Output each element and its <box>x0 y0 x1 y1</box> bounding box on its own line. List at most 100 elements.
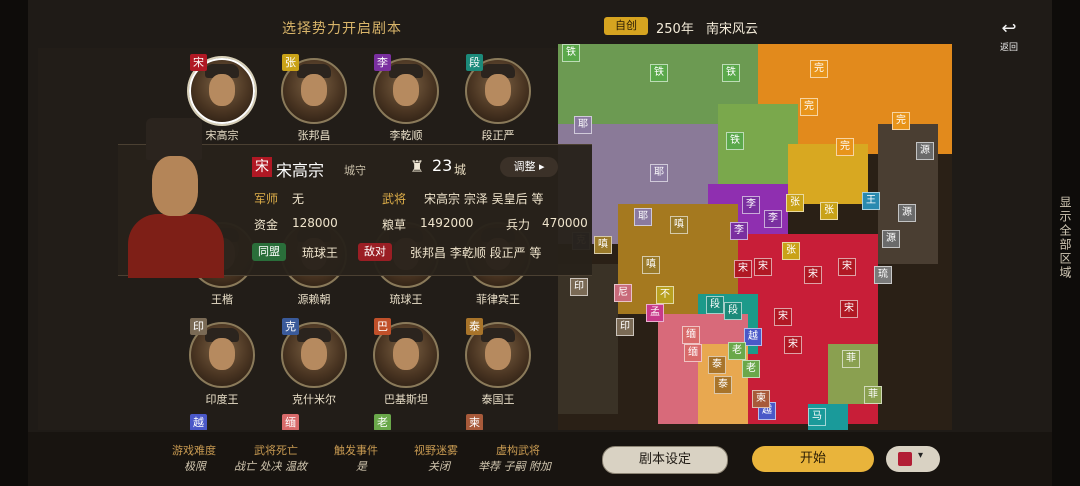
map-marker[interactable]: 源 <box>882 230 900 248</box>
option-value[interactable]: 战亡 处决 温故 <box>234 458 307 474</box>
map-marker[interactable]: 铁 <box>562 44 580 62</box>
faction-badge: 李 <box>374 54 391 71</box>
map-marker[interactable]: 老 <box>742 360 760 378</box>
map-marker[interactable]: 马 <box>808 408 826 426</box>
map-marker[interactable]: 琉 <box>874 266 892 284</box>
map-marker[interactable]: 宋 <box>838 258 856 276</box>
map-marker[interactable]: 张 <box>820 202 838 220</box>
map-marker[interactable]: 老 <box>728 342 746 360</box>
map-marker[interactable]: 嗔 <box>594 236 612 254</box>
faction-badge: 巴 <box>374 318 391 335</box>
option-title: 武将死亡 <box>254 444 298 457</box>
top-bar <box>28 0 1052 48</box>
lord-card[interactable]: 泰 泰国王 <box>456 318 540 407</box>
map-marker[interactable]: 越 <box>744 328 762 346</box>
map-marker[interactable]: 段 <box>706 296 724 314</box>
lord-card[interactable]: 巴 巴基斯坦 <box>364 318 448 407</box>
map-marker[interactable]: 完 <box>800 98 818 116</box>
map-marker[interactable]: 铁 <box>650 64 668 82</box>
option-title: 触发事件 <box>334 444 378 457</box>
lord-card[interactable]: 克 克什米尔 <box>272 318 356 407</box>
map-marker[interactable]: 源 <box>916 142 934 160</box>
lord-card[interactable]: 缅 <box>272 414 356 430</box>
lord-card[interactable]: 印 印度王 <box>180 318 264 407</box>
map-marker[interactable]: 印 <box>570 278 588 296</box>
lord-name: 源赖朝 <box>297 293 331 306</box>
map-marker[interactable]: 段 <box>724 302 742 320</box>
map-marker[interactable]: 缅 <box>682 326 700 344</box>
option-value[interactable]: 是 <box>356 458 367 474</box>
map-marker[interactable]: 完 <box>892 112 910 130</box>
lord-card[interactable]: 李 李乾顺 <box>364 54 448 143</box>
lord-card[interactable]: 越 <box>180 414 264 430</box>
color-swatch <box>898 452 912 466</box>
lord-card[interactable]: 柬 <box>456 414 540 430</box>
faction-badge: 印 <box>190 318 207 335</box>
custom-tag[interactable]: 自创 <box>604 17 648 35</box>
option-title: 视野迷雾 <box>414 444 458 457</box>
map-marker[interactable]: 李 <box>742 196 760 214</box>
scenario-settings-button[interactable]: 剧本设定 <box>602 446 728 474</box>
player-color-picker[interactable]: ▾ <box>886 446 940 472</box>
map-marker[interactable]: 铁 <box>722 64 740 82</box>
enemy-label: 敌对 <box>358 243 392 261</box>
food-label: 粮草 <box>382 218 407 232</box>
map-marker[interactable]: 嗔 <box>642 256 660 274</box>
funds-label: 资金 <box>254 218 279 232</box>
map-marker[interactable]: 耶 <box>574 116 592 134</box>
faction-badge: 缅 <box>282 414 299 430</box>
map-marker[interactable]: 泰 <box>714 376 732 394</box>
map-marker[interactable]: 宋 <box>754 258 772 276</box>
option-value[interactable]: 举荐 子嗣 附加 <box>478 458 551 474</box>
castle-icon: ♜ <box>410 157 425 176</box>
option-value[interactable]: 极限 <box>184 458 206 474</box>
map-marker[interactable]: 柬 <box>752 390 770 408</box>
lord-name: 菲律宾王 <box>476 293 520 306</box>
map-marker[interactable]: 印 <box>616 318 634 336</box>
option-title: 游戏难度 <box>172 444 216 457</box>
map-marker[interactable]: 宋 <box>774 308 792 326</box>
map-marker[interactable]: 不 <box>656 286 674 304</box>
map-marker[interactable]: 泰 <box>708 356 726 374</box>
lord-card[interactable]: 段 段正严 <box>456 54 540 143</box>
lord-name: 琉球王 <box>389 293 423 306</box>
back-button[interactable]: ↩ 返回 <box>994 20 1024 54</box>
map-marker[interactable]: 菲 <box>842 350 860 368</box>
page-title: 选择势力开启剧本 <box>282 21 402 37</box>
map-marker[interactable]: 菲 <box>864 386 882 404</box>
map-marker[interactable]: 张 <box>782 242 800 260</box>
map-marker[interactable]: 铁 <box>726 132 744 150</box>
map-marker[interactable]: 尼 <box>614 284 632 302</box>
show-all-regions-toggle[interactable]: 显示全部区域 <box>1058 196 1074 280</box>
troops-value: 470000 <box>542 216 588 230</box>
map-marker[interactable]: 嗔 <box>670 216 688 234</box>
map-marker[interactable]: 孟 <box>646 304 664 322</box>
map-marker[interactable]: 张 <box>786 194 804 212</box>
lord-name: 印度王 <box>205 393 239 406</box>
map-marker[interactable]: 完 <box>836 138 854 156</box>
lord-card[interactable]: 张 张邦昌 <box>272 54 356 143</box>
map-marker[interactable]: 宋 <box>840 300 858 318</box>
lord-name: 巴基斯坦 <box>384 393 428 406</box>
map-marker[interactable]: 王 <box>862 192 880 210</box>
map-marker[interactable]: 缅 <box>684 344 702 362</box>
map-marker[interactable]: 耶 <box>634 208 652 226</box>
chevron-down-icon: ▾ <box>918 450 924 461</box>
map-marker[interactable]: 完 <box>810 60 828 78</box>
start-button[interactable]: 开始 <box>752 446 874 472</box>
lord-name: 张邦昌 <box>297 129 331 142</box>
adjust-button[interactable]: 调整 ▸ <box>500 157 558 177</box>
back-label: 返回 <box>999 43 1018 53</box>
world-map[interactable]: 铁 铁 铁 铁 完 完 完 完 耶 耶 耶 李 李 李 张 张 张 宋 宋 宋 … <box>558 44 952 430</box>
ruler-trait: 城守 <box>344 164 366 177</box>
map-marker[interactable]: 宋 <box>784 336 802 354</box>
map-marker[interactable]: 源 <box>898 204 916 222</box>
enemy-value: 张邦昌 李乾顺 段正严 等 <box>410 246 542 260</box>
lord-card[interactable]: 老 <box>364 414 448 430</box>
map-marker[interactable]: 宋 <box>734 260 752 278</box>
map-marker[interactable]: 李 <box>730 222 748 240</box>
option-value[interactable]: 关闭 <box>428 458 450 474</box>
map-marker[interactable]: 李 <box>764 210 782 228</box>
map-marker[interactable]: 宋 <box>804 266 822 284</box>
map-marker[interactable]: 耶 <box>650 164 668 182</box>
